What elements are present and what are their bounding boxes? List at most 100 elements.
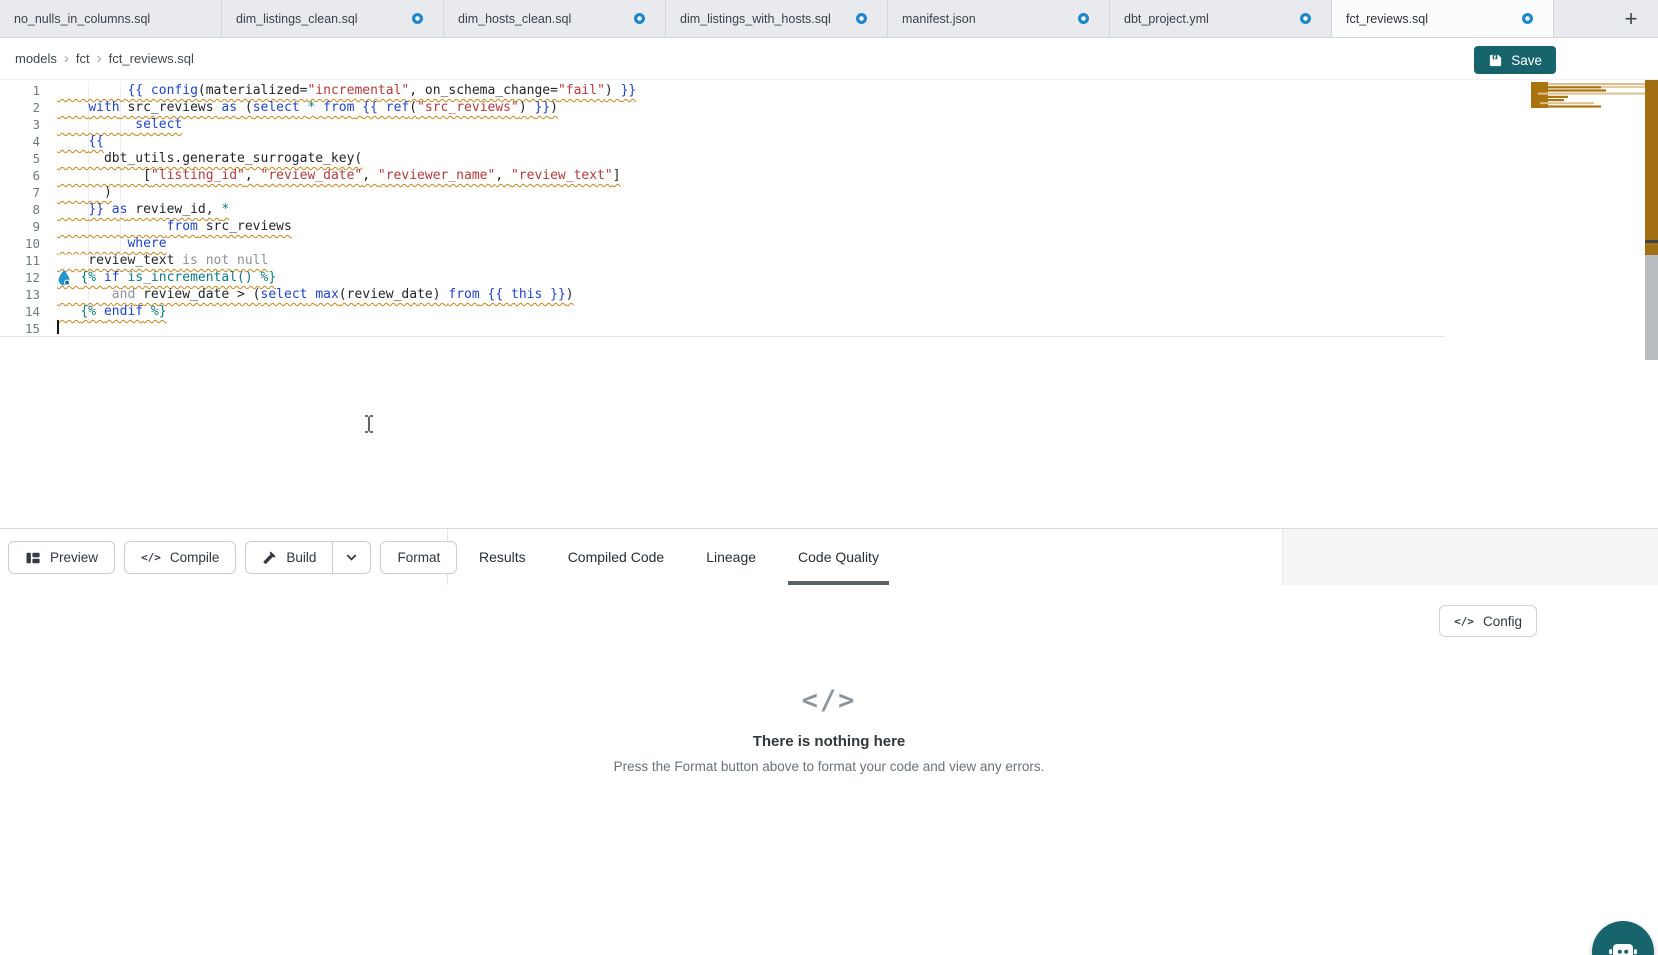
empty-state: </> There is nothing here Press the Form… [0,685,1658,774]
code-line-text: {{ [57,133,104,150]
bottom-toolbar: Preview </> Compile Build [0,528,1658,585]
build-button[interactable]: Build [246,542,332,573]
file-tab-label: no_nulls_in_columns.sql [14,12,201,26]
editor-header: models›fct›fct_reviews.sql Save [0,38,1658,80]
tab-lineage[interactable]: Lineage [685,529,777,585]
code-line-9[interactable]: 9 from src_reviews [0,218,1445,235]
new-tab-button[interactable]: + [1616,4,1646,34]
code-line-15[interactable]: 15 [0,320,1445,337]
code-quality-panel: </> Config </> There is nothing here Pre… [0,585,1658,955]
code-line-14[interactable]: 14 {% endif %} [0,303,1445,320]
file-tab-label: fct_reviews.sql [1346,12,1514,26]
tab-results[interactable]: Results [458,529,547,585]
code-line-text: where [57,235,167,252]
toolbar-right-zone [1282,529,1658,585]
file-tab-dim-listings-clean-sql[interactable]: dim_listings_clean.sql [222,0,444,37]
line-number: 11 [0,252,40,269]
minimap[interactable] [1531,82,1646,112]
line-number: 9 [0,218,40,235]
format-button-label: Format [397,550,440,565]
hammer-icon [262,550,277,565]
code-line-text: dbt_utils.generate_surrogate_key( [57,150,362,167]
code-line-text [57,320,59,337]
code-line-text: {{ config(materialized="incremental", on… [57,82,636,99]
file-tab-fct-reviews-sql[interactable]: fct_reviews.sql [1332,0,1554,37]
file-tab-label: dim_listings_clean.sql [236,12,404,26]
code-line-10[interactable]: 10 where [0,235,1445,252]
code-editor[interactable]: 1 {{ config(materialized="incremental", … [0,80,1658,528]
compile-button-label: Compile [170,550,220,565]
file-tab-label: dbt_project.yml [1124,12,1292,26]
compile-button[interactable]: </> Compile [124,541,236,574]
code-line-13[interactable]: 13 and review_date > (select max(review_… [0,286,1445,303]
breadcrumb-item-models[interactable]: models [15,51,57,66]
tab-code-quality[interactable]: Code Quality [777,529,900,585]
code-line-11[interactable]: 11 review_text is not null [0,252,1445,269]
code-line-text: from src_reviews [57,218,292,235]
code-line-6[interactable]: 6 ["listing_id", "review_date", "reviewe… [0,167,1445,184]
config-button[interactable]: </> Config [1439,605,1537,637]
file-tab-label: manifest.json [902,12,1070,26]
dbt-droplet-gutter-icon[interactable] [57,270,71,286]
breadcrumb-item-fct-reviews-sql[interactable]: fct_reviews.sql [109,51,194,66]
file-tab-dim-hosts-clean-sql[interactable]: dim_hosts_clean.sql [444,0,666,37]
file-tab-dbt-project-yml[interactable]: dbt_project.yml [1110,0,1332,37]
breadcrumb-item-fct[interactable]: fct [76,51,90,66]
code-line-text: and review_date > (select max(review_dat… [57,286,574,303]
code-line-5[interactable]: 5 dbt_utils.generate_surrogate_key( [0,150,1445,167]
code-line-text: ["listing_id", "review_date", "reviewer_… [57,167,621,184]
empty-state-title: There is nothing here [0,733,1658,750]
preview-button[interactable]: Preview [8,541,115,574]
line-number: 2 [0,99,40,116]
panel-tabs: ResultsCompiled CodeLineageCode Quality [458,529,900,585]
code-line-4[interactable]: 4 {{ [0,133,1445,150]
file-tab-bar: no_nulls_in_columns.sql dim_listings_clea… [0,0,1658,38]
file-tab-dim-listings-with-hosts-sql[interactable]: dim_listings_with_hosts.sql [666,0,888,37]
chevron-down-icon [345,551,358,564]
line-number: 1 [0,82,40,99]
text-cursor-pointer [362,414,376,434]
code-brackets-icon: </> [1454,615,1474,628]
code-lines: 1 {{ config(materialized="incremental", … [0,82,1445,337]
code-line-12[interactable]: 12 {% if is_incremental() %} [0,269,1445,286]
code-line-1[interactable]: 1 {{ config(materialized="incremental", … [0,82,1445,99]
file-tab-manifest-json[interactable]: manifest.json [888,0,1110,37]
line-number: 15 [0,320,40,337]
save-button[interactable]: Save [1474,46,1556,74]
breadcrumb-separator-icon: › [64,50,69,67]
dbt-ide-window: no_nulls_in_columns.sql dim_listings_clea… [0,0,1658,955]
line-number: 10 [0,235,40,252]
code-brackets-icon: </> [141,551,161,564]
format-button[interactable]: Format [380,541,457,574]
tab-compiled-code[interactable]: Compiled Code [547,529,686,585]
unsaved-changes-dot-icon [1078,13,1089,24]
table-icon [25,550,41,566]
code-line-text: }} as review_id, * [57,201,229,218]
code-line-text: ) [57,184,112,201]
code-line-2[interactable]: 2 with src_reviews as (select * from {{ … [0,99,1445,116]
line-number: 7 [0,184,40,201]
line-number: 8 [0,201,40,218]
code-line-text: select [57,116,182,133]
code-line-8[interactable]: 8 }} as review_id, * [0,201,1445,218]
line-number: 6 [0,167,40,184]
code-brackets-icon: </> [0,685,1658,716]
scrollbar-warning-marks [1645,80,1658,255]
unsaved-changes-dot-icon [1522,13,1533,24]
line-number: 13 [0,286,40,303]
save-button-label: Save [1511,53,1542,68]
scrollbar-position-tick [1645,240,1658,243]
file-tab-no-nulls-in-columns-sql[interactable]: no_nulls_in_columns.sql [0,0,222,37]
line-number: 14 [0,303,40,320]
build-dropdown-button[interactable] [332,542,370,573]
save-floppy-icon [1488,53,1503,68]
code-line-7[interactable]: 7 ) [0,184,1445,201]
build-button-label: Build [286,550,316,565]
code-line-3[interactable]: 3 select [0,116,1445,133]
preview-button-label: Preview [50,550,98,565]
line-number: 3 [0,116,40,133]
code-line-text: {% endif %} [57,303,167,320]
code-line-text: {% if is_incremental() %} [57,269,276,286]
unsaved-changes-dot-icon [634,13,645,24]
unsaved-changes-dot-icon [1300,13,1311,24]
